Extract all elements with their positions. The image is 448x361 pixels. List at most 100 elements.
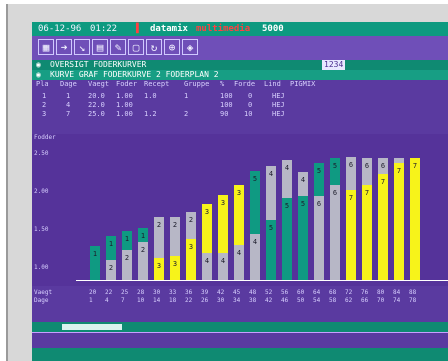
bar-segment[interactable] <box>410 158 420 280</box>
x-tick-label: 74 <box>393 297 401 304</box>
bar-label: 3 <box>221 199 225 207</box>
x-tick-label: 26 <box>201 297 209 304</box>
bar-label: 2 <box>141 246 145 254</box>
title-bar: 06-12-96 01:22 ▌ datamix multimedia 5000 <box>32 22 448 36</box>
x-tick-label: 88 <box>409 289 417 296</box>
bar-label: 2 <box>189 216 193 224</box>
bar-segment[interactable] <box>378 174 388 280</box>
bar-label: 3 <box>205 208 209 216</box>
cycle-icon[interactable]: ↻ <box>146 39 162 55</box>
x-tick-label: 62 <box>345 297 353 304</box>
x-tick-label: 54 <box>313 297 321 304</box>
x-tick-label: 1 <box>89 297 93 304</box>
x-tick-label: 78 <box>409 297 417 304</box>
bar-label: 2 <box>173 221 177 229</box>
pen-icon[interactable]: ✎ <box>110 39 126 55</box>
x-tick-label: 30 <box>217 297 225 304</box>
x-tick-label: 34 <box>233 297 241 304</box>
bar-segment[interactable] <box>346 190 356 280</box>
brand-multimedia: multimedia <box>196 24 251 34</box>
x-tick-label: 18 <box>169 297 177 304</box>
bar-label: 4 <box>269 170 273 178</box>
x-tick-label: 84 <box>393 289 401 296</box>
time-label: 01:22 <box>90 24 118 34</box>
bar-segment[interactable] <box>330 185 340 280</box>
x-tick-label: 22 <box>105 289 113 296</box>
doc-icon[interactable]: ▢ <box>128 39 144 55</box>
chart-icon[interactable]: ▤ <box>92 39 108 55</box>
extra-icon[interactable]: ◈ <box>182 39 198 55</box>
bar-segment[interactable] <box>282 198 292 280</box>
x-tick-label: 76 <box>361 289 369 296</box>
bars-group: 1 2 1 2 1 2 1 3 2 3 2 3 2 4 3 4 3 4 3 4 5 5 4 5 4 5 4 6 5 6 5 7 6 7 6 7 6 7 7 <box>90 157 420 280</box>
bar-label: 2 <box>109 264 113 272</box>
table-row[interactable]: 2 4 22.0 1.00 100 0 HEJ <box>32 101 448 109</box>
bar-label: 7 <box>365 189 369 197</box>
bar-segment[interactable] <box>394 163 404 280</box>
table-row[interactable]: 1 1 20.0 1.00 1.0 1 100 0 HEJ <box>32 92 448 100</box>
bar-segment[interactable] <box>394 158 404 163</box>
bar-label: 7 <box>413 162 417 170</box>
bar-segment[interactable] <box>298 196 308 280</box>
x-tick-label: 4 <box>105 297 109 304</box>
monitor-frame: 06-12-96 01:22 ▌ datamix multimedia 5000… <box>6 4 448 361</box>
x-tick-label: 52 <box>265 289 273 296</box>
bar-label: 3 <box>237 189 241 197</box>
x-tick-label: 66 <box>361 297 369 304</box>
toolbar: ▦ ➜ ↘ ▤ ✎ ▢ ↻ ⊕ ◈ <box>32 36 448 60</box>
table-row[interactable]: 3 7 25.0 1.00 1.2 2 90 10 HEJ <box>32 110 448 118</box>
arrow-icon[interactable]: ↘ <box>74 39 90 55</box>
panel-eye-icon-1[interactable]: ◉ <box>36 60 41 70</box>
bar-label: 7 <box>381 178 385 186</box>
panel-title-1: OVERSIGT FODERKURVER <box>50 60 147 69</box>
bar-segment[interactable] <box>314 196 324 280</box>
x-tick-label: 45 <box>233 289 241 296</box>
bar-label: 5 <box>285 202 289 210</box>
bar-label: 3 <box>157 262 161 270</box>
divider-line <box>32 332 448 333</box>
brand-model: 5000 <box>262 24 284 34</box>
x-tick-label: 14 <box>153 297 161 304</box>
pointer-icon[interactable]: ➜ <box>56 39 72 55</box>
bar-label: 4 <box>221 257 225 265</box>
bar-label: 6 <box>349 161 353 169</box>
x-tick-label: 36 <box>185 289 193 296</box>
x-tick-label: 39 <box>201 289 209 296</box>
bar-segment[interactable] <box>362 185 372 280</box>
x-tick-label: 38 <box>249 297 257 304</box>
crosshair-icon[interactable]: ⊕ <box>164 39 180 55</box>
bar-label: 5 <box>301 200 305 208</box>
panel-header-1: ◉ OVERSIGT FODERKURVER 1234 <box>32 60 448 70</box>
bar-label: 2 <box>157 221 161 229</box>
scroll-thumb[interactable] <box>62 324 122 330</box>
panel-header-2: ◉ KURVE GRAF FODERKURVE 2 FODERPLAN 2 <box>32 70 448 80</box>
bar-label: 4 <box>301 176 305 184</box>
x-tick-label: 30 <box>153 289 161 296</box>
grid-icon[interactable]: ▦ <box>38 39 54 55</box>
bar-label: 1 <box>125 235 129 243</box>
x-tick-label: 72 <box>345 289 353 296</box>
x-tick-label: 50 <box>297 297 305 304</box>
stacked-bar-chart: 1 2 1 2 1 2 1 3 2 3 2 3 2 4 3 4 3 4 3 4 5 5 4 5 4 5 4 6 5 6 5 7 6 7 6 7 6 7 7 <box>90 157 420 280</box>
bar-label: 2 <box>125 254 129 262</box>
chart-baseline <box>76 280 448 281</box>
bar-label: 5 <box>317 167 321 175</box>
panel-badge-1: 1234 <box>322 60 346 70</box>
x-tick-label: 20 <box>89 289 97 296</box>
x-tick-label: 58 <box>329 297 337 304</box>
x-tick-label: 60 <box>297 289 305 296</box>
chart-plot-area: Fodder 2.50 2.00 1.50 1.00 1212121323232… <box>32 134 448 286</box>
bar-label: 6 <box>333 189 337 197</box>
bar-label: 4 <box>205 257 209 265</box>
x-tick-label: 7 <box>121 297 125 304</box>
x-tick-label: 80 <box>377 289 385 296</box>
x-tick-label: 33 <box>169 289 177 296</box>
panel-eye-icon-2[interactable]: ◉ <box>36 70 41 80</box>
x-tick-label: 68 <box>329 289 337 296</box>
panel-title-2: KURVE GRAF FODERKURVE 2 FODERPLAN 2 <box>50 70 219 79</box>
bar-label: 3 <box>173 260 177 268</box>
x-tick-label: 46 <box>281 297 289 304</box>
bar-label: 4 <box>253 238 257 246</box>
horizontal-scrollbar[interactable] <box>32 322 448 332</box>
x-row2-title: Dage <box>34 297 49 304</box>
